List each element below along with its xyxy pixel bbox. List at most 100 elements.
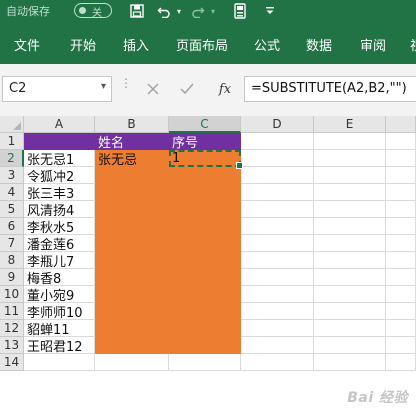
cell-d14[interactable] [241, 354, 314, 371]
cell-e8[interactable] [314, 252, 386, 269]
cell-a4[interactable]: 张三丰3 [24, 184, 95, 202]
cell-e13[interactable] [314, 337, 386, 354]
cell-f13[interactable] [386, 337, 416, 354]
row-header-10[interactable]: 10 [0, 286, 24, 303]
cell-b1[interactable]: 姓名 [95, 133, 169, 151]
cell-b4[interactable] [95, 184, 169, 201]
cell-e12[interactable] [314, 320, 386, 337]
cell-c12[interactable] [169, 320, 241, 337]
cell-d7[interactable] [241, 235, 314, 252]
column-header-a[interactable]: A [24, 116, 95, 133]
cell-a7[interactable]: 潘金莲6 [24, 235, 95, 253]
cell-a3[interactable]: 令狐冲2 [24, 167, 95, 185]
cell-d6[interactable] [241, 218, 314, 235]
cell-c10[interactable] [169, 286, 241, 303]
cell-c14[interactable] [169, 354, 241, 371]
cell-f2[interactable] [386, 150, 416, 167]
tab-insert[interactable]: 插入 [123, 35, 149, 54]
cell-d13[interactable] [241, 337, 314, 354]
tab-formulas[interactable]: 公式 [254, 35, 280, 54]
cell-e5[interactable] [314, 201, 386, 218]
cell-c3[interactable] [169, 167, 241, 184]
cell-b11[interactable] [95, 303, 169, 320]
cell-b14[interactable] [95, 354, 169, 371]
column-header-e[interactable]: E [314, 116, 386, 133]
cell-e14[interactable] [314, 354, 386, 371]
row-header-14[interactable]: 14 [0, 354, 24, 371]
cell-b9[interactable] [95, 269, 169, 286]
customize-icon[interactable] [264, 1, 276, 21]
cell-f12[interactable] [386, 320, 416, 337]
cell-a2[interactable]: 张无忌1 [24, 150, 95, 168]
cell-e6[interactable] [314, 218, 386, 235]
cell-d5[interactable] [241, 201, 314, 218]
row-header-1[interactable]: 1 [0, 133, 24, 150]
cell-c9[interactable] [169, 269, 241, 286]
cell-f3[interactable] [386, 167, 416, 184]
cell-d4[interactable] [241, 184, 314, 201]
cell-a5[interactable]: 风清扬4 [24, 201, 95, 219]
cell-a12[interactable]: 貂蝉11 [24, 320, 95, 338]
cell-e2[interactable] [314, 150, 386, 167]
cell-b10[interactable] [95, 286, 169, 303]
row-header-6[interactable]: 6 [0, 218, 24, 235]
cell-b2[interactable]: 张无忌 [95, 150, 169, 168]
cell-f4[interactable] [386, 184, 416, 201]
cell-f11[interactable] [386, 303, 416, 320]
cell-b6[interactable] [95, 218, 169, 235]
cell-c13[interactable] [169, 337, 241, 354]
cell-a1[interactable] [24, 133, 95, 150]
row-header-7[interactable]: 7 [0, 235, 24, 252]
autosave-toggle[interactable]: 关 [74, 3, 112, 19]
touch-mode-icon[interactable] [232, 1, 248, 21]
cell-e4[interactable] [314, 184, 386, 201]
cancel-icon[interactable] [142, 76, 164, 102]
row-header-4[interactable]: 4 [0, 184, 24, 201]
cell-a13[interactable]: 王昭君12 [24, 337, 95, 355]
cell-f1[interactable] [386, 133, 416, 150]
cell-e7[interactable] [314, 235, 386, 252]
cell-c11[interactable] [169, 303, 241, 320]
cell-c1[interactable]: 序号 [169, 133, 241, 151]
undo-dropdown-icon[interactable]: ▾ [174, 1, 184, 21]
save-icon[interactable] [128, 1, 146, 21]
cell-b3[interactable] [95, 167, 169, 184]
row-header-2[interactable]: 2 [0, 150, 24, 167]
column-header-b[interactable]: B [95, 116, 169, 133]
cell-a8[interactable]: 李瓶儿7 [24, 252, 95, 270]
row-header-8[interactable]: 8 [0, 252, 24, 269]
cell-f14[interactable] [386, 354, 416, 371]
splitter-icon[interactable]: ⋮ [120, 76, 132, 102]
row-header-12[interactable]: 12 [0, 320, 24, 337]
worksheet-grid[interactable]: A B C D E 1 姓名 序号 2 张无忌1 张无忌 1 3 令狐冲2 4 张三丰3 5 风清扬4 6 李秋水5 7… [0, 116, 416, 417]
redo-icon[interactable] [190, 1, 206, 21]
name-box[interactable]: C2 ▾ [2, 76, 112, 102]
tab-file[interactable]: 文件 [14, 35, 40, 54]
cell-f7[interactable] [386, 235, 416, 252]
cell-a9[interactable]: 梅香8 [24, 269, 95, 287]
cell-f10[interactable] [386, 286, 416, 303]
cell-e11[interactable] [314, 303, 386, 320]
cell-c7[interactable] [169, 235, 241, 252]
enter-icon[interactable] [176, 76, 198, 102]
row-header-11[interactable]: 11 [0, 303, 24, 320]
cell-f8[interactable] [386, 252, 416, 269]
cell-d12[interactable] [241, 320, 314, 337]
row-header-13[interactable]: 13 [0, 337, 24, 354]
cell-a10[interactable]: 董小宛9 [24, 286, 95, 304]
formula-input[interactable]: =SUBSTITUTE(A2,B2,"") [244, 76, 416, 102]
cell-f9[interactable] [386, 269, 416, 286]
undo-icon[interactable] [156, 1, 172, 21]
tab-home[interactable]: 开始 [70, 35, 96, 54]
cell-b12[interactable] [95, 320, 169, 337]
cell-c6[interactable] [169, 218, 241, 235]
tab-view[interactable]: 视 [410, 35, 416, 54]
cell-b7[interactable] [95, 235, 169, 252]
cell-e10[interactable] [314, 286, 386, 303]
cell-b5[interactable] [95, 201, 169, 218]
cell-d1[interactable] [241, 133, 314, 150]
cell-a6[interactable]: 李秋水5 [24, 218, 95, 236]
cell-d11[interactable] [241, 303, 314, 320]
cell-c4[interactable] [169, 184, 241, 201]
insert-function-icon[interactable]: fx [214, 76, 236, 102]
